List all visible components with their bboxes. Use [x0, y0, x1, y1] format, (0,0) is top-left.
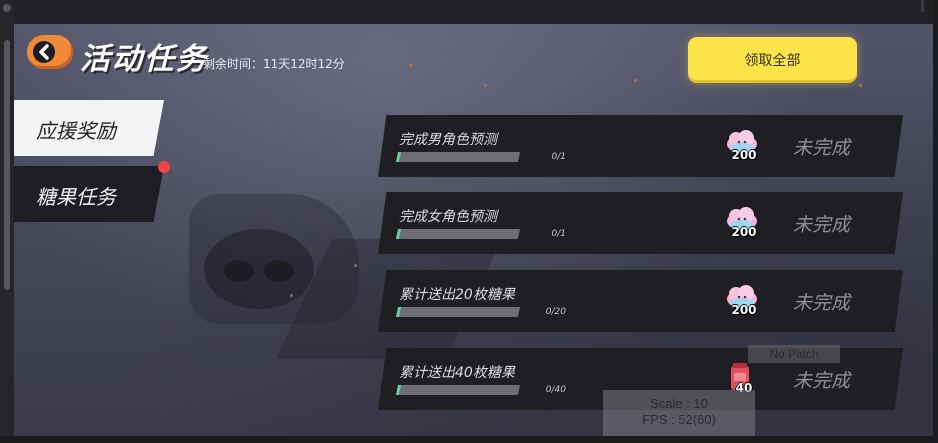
progress-fill	[395, 229, 402, 239]
scrollbar-thumb[interactable]	[4, 40, 10, 290]
tab-label: 糖果任务	[36, 185, 116, 209]
task-status: 未完成	[793, 137, 851, 159]
progress-bar	[395, 229, 521, 239]
progress-count: 0/40	[545, 385, 566, 395]
tab-label: 应援奖励	[36, 119, 116, 143]
task-status: 未完成	[793, 214, 851, 236]
chevron-left-icon	[33, 41, 55, 63]
ember-particle	[859, 84, 862, 87]
task-name: 累计送出20枚糖果	[399, 287, 515, 303]
background-character-body	[204, 229, 314, 309]
task-name: 完成女角色预测	[399, 209, 497, 225]
background-character-eye	[264, 260, 294, 282]
progress-bar	[395, 152, 521, 162]
task-row: 完成男角色预测 0/1 200 未完成	[378, 115, 903, 177]
progress-count: 0/20	[545, 307, 566, 317]
notification-badge	[158, 161, 170, 173]
background-character-eye	[224, 260, 254, 282]
left-scroll-gutter	[0, 0, 14, 443]
progress-count: 0/1	[551, 229, 566, 239]
reward-amount: 200	[731, 303, 757, 317]
ember-particle	[409, 64, 412, 67]
progress-fill	[395, 385, 402, 395]
claim-all-label: 领取全部	[744, 53, 801, 69]
progress-count: 0/1	[551, 152, 566, 162]
progress-bar	[395, 307, 521, 317]
progress-fill	[395, 307, 402, 317]
task-name: 累计送出40枚糖果	[399, 365, 515, 381]
window-edge-marker	[921, 0, 924, 12]
window-bottom-bar	[0, 436, 938, 443]
tab-support-rewards[interactable]: 应援奖励	[14, 100, 164, 156]
debug-scale: Scale : 10	[650, 396, 708, 411]
back-button[interactable]	[27, 35, 73, 69]
tab-candy-tasks[interactable]: 糖果任务	[14, 166, 164, 222]
ember-particle	[290, 294, 293, 297]
debug-stats-overlay: Scale : 10 FPS : 52(60)	[603, 390, 755, 436]
ember-particle	[484, 84, 487, 87]
task-status: 未完成	[793, 292, 851, 314]
window-top-bar	[0, 0, 938, 24]
scrollbar-cap	[3, 4, 11, 12]
remaining-time-label: 剩余时间：11天12时12分	[203, 57, 345, 71]
reward-amount: 200	[731, 148, 757, 162]
task-row: 累计送出20枚糖果 0/20 200 未完成	[378, 270, 903, 332]
progress-fill	[395, 152, 402, 162]
task-row: 完成女角色预测 0/1 200 未完成	[378, 192, 903, 254]
debug-no-patch-label: No Patch	[748, 345, 840, 363]
ember-particle	[354, 264, 357, 267]
progress-bar	[395, 385, 521, 395]
ember-particle	[634, 79, 637, 82]
page-title: 活动任务	[80, 42, 208, 77]
debug-fps: FPS : 52(60)	[642, 412, 716, 427]
window-right-edge	[933, 0, 938, 443]
claim-all-button[interactable]: 领取全部	[688, 37, 857, 83]
task-name: 完成男角色预测	[399, 132, 497, 148]
task-status: 未完成	[793, 370, 851, 392]
reward-amount: 200	[731, 225, 757, 239]
